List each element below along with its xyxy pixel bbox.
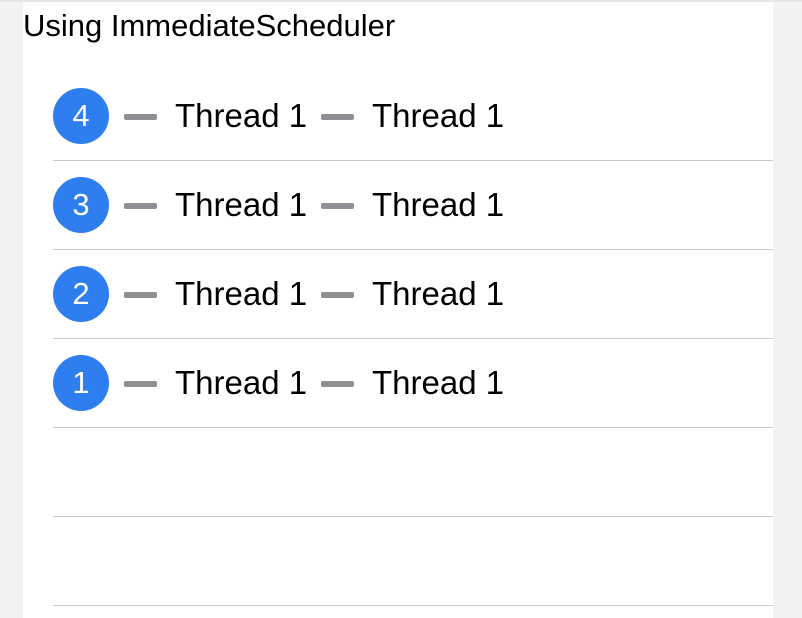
dash-icon bbox=[124, 114, 157, 120]
thread-label: Thread 1 bbox=[175, 186, 308, 223]
empty-list-item bbox=[53, 428, 773, 517]
thread-label: Thread 1 bbox=[372, 186, 505, 223]
value-badge: 4 bbox=[53, 88, 109, 144]
list-item: 3 Thread 1 Thread 1 bbox=[53, 161, 773, 250]
thread-label: Thread 1 bbox=[372, 275, 505, 312]
list-item: 4 Thread 1 Thread 1 bbox=[53, 72, 773, 161]
dash-icon bbox=[124, 203, 157, 209]
thread-label: Thread 1 bbox=[372, 364, 505, 401]
value-badge: 3 bbox=[53, 177, 109, 233]
timeline-list: 4 Thread 1 Thread 1 3 Thread 1 Thread 1 … bbox=[53, 72, 773, 606]
dash-icon bbox=[321, 292, 354, 298]
dash-icon bbox=[124, 381, 157, 387]
thread-label: Thread 1 bbox=[372, 97, 505, 134]
thread-label: Thread 1 bbox=[175, 97, 308, 134]
list-item: 1 Thread 1 Thread 1 bbox=[53, 339, 773, 428]
page-title: Using ImmediateScheduler bbox=[23, 8, 396, 43]
list-item: 2 Thread 1 Thread 1 bbox=[53, 250, 773, 339]
value-badge: 1 bbox=[53, 355, 109, 411]
thread-label: Thread 1 bbox=[175, 364, 308, 401]
content-panel: Using ImmediateScheduler 4 Thread 1 Thre… bbox=[23, 2, 773, 618]
thread-label: Thread 1 bbox=[175, 275, 308, 312]
dash-icon bbox=[321, 114, 354, 120]
dash-icon bbox=[321, 203, 354, 209]
value-badge: 2 bbox=[53, 266, 109, 322]
empty-list-item bbox=[53, 517, 773, 606]
dash-icon bbox=[321, 381, 354, 387]
dash-icon bbox=[124, 292, 157, 298]
